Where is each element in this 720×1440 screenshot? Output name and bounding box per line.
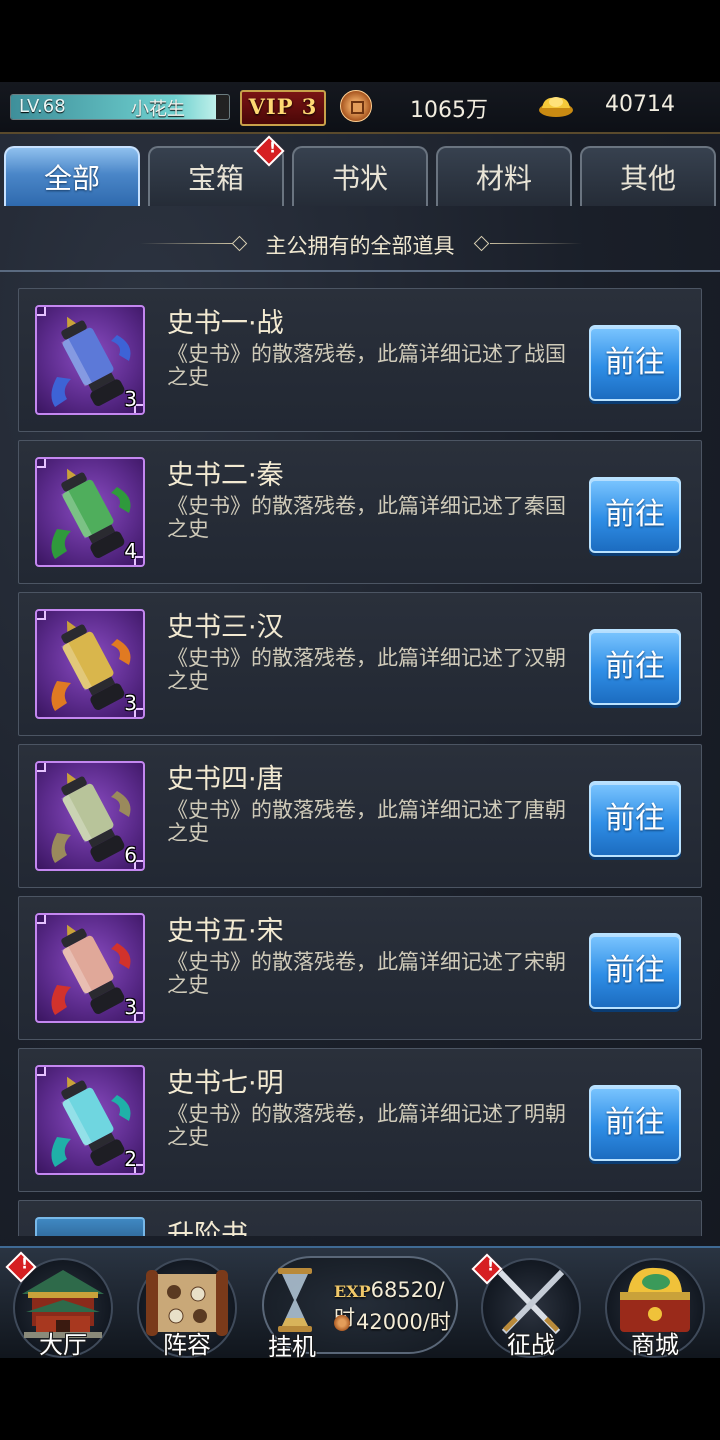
nav-battle[interactable]: 征战 ! bbox=[471, 1253, 586, 1358]
go-button[interactable]: 前往 bbox=[589, 629, 681, 705]
tab-materials[interactable]: 材料 bbox=[436, 146, 572, 206]
nav-hall[interactable]: 大厅 ! bbox=[5, 1251, 118, 1358]
nav-lineup-label: 阵容 bbox=[163, 1331, 211, 1358]
item-name: 史书二·秦 bbox=[167, 460, 284, 491]
item-quantity: 2 bbox=[124, 1147, 137, 1171]
slot-corner bbox=[37, 915, 46, 924]
nav-lineup[interactable]: 阵容 bbox=[132, 1254, 242, 1358]
tab-all[interactable]: 全部 bbox=[4, 146, 140, 206]
slot-corner bbox=[37, 611, 46, 620]
gold-ingot-icon bbox=[539, 97, 573, 117]
gold-amount: 40714 bbox=[605, 92, 675, 117]
item-slot[interactable] bbox=[35, 1217, 145, 1236]
tab-label: 其他 bbox=[619, 162, 676, 195]
copper-amount: 1065万 bbox=[410, 98, 488, 123]
game-screen: LV.68 小花生 VIP 3 1065万 40714 全部 宝箱 书状 材料 … bbox=[0, 82, 720, 1358]
item-card[interactable]: 3 史书一·战 《史书》的散落残卷，此篇详细记述了战国之史 前往 bbox=[18, 288, 702, 432]
item-name: 升阶书 bbox=[167, 1220, 248, 1236]
tab-label: 宝箱 bbox=[187, 162, 244, 195]
item-quantity: 6 bbox=[124, 843, 137, 867]
item-card[interactable]: 3 史书三·汉 《史书》的散落残卷，此篇详细记述了汉朝之史 前往 bbox=[18, 592, 702, 736]
tab-underline bbox=[0, 270, 720, 272]
item-description: 《史书》的散落残卷，此篇详细记述了宋朝之史 bbox=[167, 950, 566, 997]
section-subtitle: 主公拥有的全部道具 bbox=[0, 228, 720, 258]
item-slot[interactable]: 4 bbox=[35, 457, 145, 567]
nav-battle-label: 征战 bbox=[507, 1331, 555, 1358]
item-quantity: 3 bbox=[124, 691, 137, 715]
exp-tag: EXP bbox=[334, 1282, 371, 1301]
item-quantity: 3 bbox=[124, 387, 137, 411]
item-name: 史书一·战 bbox=[167, 308, 284, 339]
nav-idle-label: 挂机 bbox=[268, 1333, 316, 1358]
divider-right bbox=[490, 243, 582, 244]
item-description: 《史书》的散落残卷，此篇详细记述了唐朝之史 bbox=[167, 798, 566, 845]
item-card[interactable]: 4 史书二·秦 《史书》的散落残卷，此篇详细记述了秦国之史 前往 bbox=[18, 440, 702, 584]
slot-corner bbox=[37, 1067, 46, 1076]
vip-badge[interactable]: VIP 3 bbox=[240, 90, 326, 126]
item-list[interactable]: 3 史书一·战 《史书》的散落残卷，此篇详细记述了战国之史 前往 4 史书二·秦 《史书》的… bbox=[0, 288, 720, 1236]
item-name: 史书三·汉 bbox=[167, 612, 284, 643]
level-text: LV.68 bbox=[19, 96, 66, 117]
item-slot[interactable]: 3 bbox=[35, 305, 145, 415]
item-slot[interactable]: 3 bbox=[35, 609, 145, 719]
copper-coin-icon bbox=[340, 90, 372, 122]
item-card[interactable]: 2 史书七·明 《史书》的散落残卷，此篇详细记述了明朝之史 前往 bbox=[18, 1048, 702, 1192]
nav-hall-label: 大厅 bbox=[39, 1331, 87, 1358]
subtitle-text: 主公拥有的全部道具 bbox=[265, 234, 455, 258]
hourglass-icon bbox=[278, 1268, 312, 1332]
item-name: 史书五·宋 bbox=[167, 916, 284, 947]
category-tabs: 全部 宝箱 书状 材料 其他 ! bbox=[0, 135, 720, 272]
bottom-nav: 大厅 ! 阵容 EXP68520/时 bbox=[0, 1246, 720, 1358]
tab-label: 书状 bbox=[331, 162, 388, 195]
coin-rate-value: 42000/时 bbox=[356, 1310, 451, 1334]
item-name: 史书四·唐 bbox=[167, 764, 284, 795]
level-bar: LV.68 小花生 bbox=[10, 94, 230, 120]
tab-letters[interactable]: 书状 bbox=[292, 146, 428, 206]
go-button[interactable]: 前往 bbox=[589, 933, 681, 1009]
item-slot[interactable]: 2 bbox=[35, 1065, 145, 1175]
tab-other[interactable]: 其他 bbox=[580, 146, 716, 206]
go-button[interactable]: 前往 bbox=[589, 477, 681, 553]
item-card-partial[interactable]: 升阶书 bbox=[18, 1200, 702, 1236]
nav-idle[interactable]: EXP68520/时 42000/时 挂机 bbox=[262, 1248, 458, 1358]
item-description: 《史书》的散落残卷，此篇详细记述了战国之史 bbox=[167, 342, 566, 389]
item-card[interactable]: 6 史书四·唐 《史书》的散落残卷，此篇详细记述了唐朝之史 前往 bbox=[18, 744, 702, 888]
item-quantity: 3 bbox=[124, 995, 137, 1019]
tab-label: 材料 bbox=[475, 162, 532, 195]
nav-shop[interactable]: 商城 bbox=[600, 1254, 710, 1358]
tab-label: 全部 bbox=[43, 162, 100, 195]
item-quantity: 4 bbox=[124, 539, 137, 563]
player-name: 小花生 bbox=[131, 99, 185, 120]
item-slot[interactable]: 6 bbox=[35, 761, 145, 871]
item-description: 《史书》的散落残卷，此篇详细记述了秦国之史 bbox=[167, 494, 566, 541]
item-slot[interactable]: 3 bbox=[35, 913, 145, 1023]
slot-corner bbox=[37, 307, 46, 316]
go-button[interactable]: 前往 bbox=[589, 781, 681, 857]
item-name: 史书七·明 bbox=[167, 1068, 284, 1099]
slot-corner bbox=[37, 459, 46, 468]
slot-corner bbox=[37, 763, 46, 772]
item-description: 《史书》的散落残卷，此篇详细记述了明朝之史 bbox=[167, 1102, 566, 1149]
status-bar: LV.68 小花生 VIP 3 1065万 40714 bbox=[0, 82, 720, 134]
item-description: 《史书》的散落残卷，此篇详细记述了汉朝之史 bbox=[167, 646, 566, 693]
go-button[interactable]: 前往 bbox=[589, 325, 681, 401]
nav-shop-label: 商城 bbox=[631, 1331, 679, 1358]
item-card[interactable]: 3 史书五·宋 《史书》的散落残卷，此篇详细记述了宋朝之史 前往 bbox=[18, 896, 702, 1040]
go-button[interactable]: 前往 bbox=[589, 1085, 681, 1161]
